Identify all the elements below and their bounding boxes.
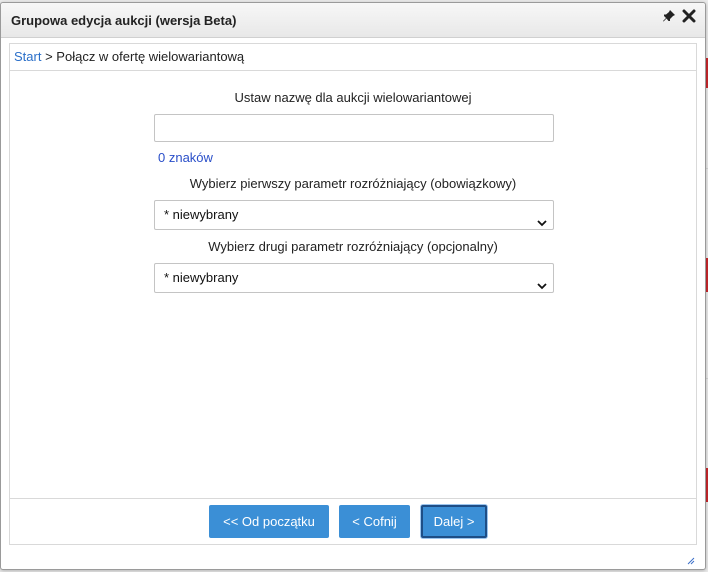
variant-name-input[interactable]	[154, 114, 554, 142]
wizard-footer: << Od początku < Cofnij Dalej >	[9, 499, 697, 545]
char-counter: 0 znaków	[158, 150, 213, 165]
dialog-title: Grupowa edycja aukcji (wersja Beta)	[11, 13, 237, 28]
pin-icon[interactable]	[661, 9, 677, 27]
param1-select[interactable]: * niewybrany	[154, 200, 554, 230]
chevron-down-icon	[537, 273, 547, 290]
param1-selected-value: * niewybrany	[164, 207, 239, 222]
param2-selected-value: * niewybrany	[164, 270, 239, 285]
breadcrumb: Start > Połącz w ofertę wielowariantową	[10, 44, 696, 71]
dialog-titlebar[interactable]: Grupowa edycja aukcji (wersja Beta)	[1, 3, 705, 38]
next-button[interactable]: Dalej >	[421, 505, 487, 538]
variant-name-label: Ustaw nazwę dla aukcji wielowariantowej	[234, 90, 472, 105]
close-icon[interactable]	[681, 9, 697, 27]
breadcrumb-current: Połącz w ofertę wielowariantową	[56, 49, 245, 64]
chevron-down-icon	[537, 210, 547, 227]
bulk-edit-dialog: Grupowa edycja aukcji (wersja Beta) Star…	[0, 2, 706, 570]
breadcrumb-separator: >	[41, 49, 57, 64]
titlebar-icons	[661, 9, 697, 27]
back-button[interactable]: < Cofnij	[339, 505, 410, 538]
start-over-button[interactable]: << Od początku	[209, 505, 329, 538]
param2-select[interactable]: * niewybrany	[154, 263, 554, 293]
param1-label: Wybierz pierwszy parametr rozróżniający …	[189, 176, 517, 191]
resize-grip-icon[interactable]	[687, 553, 695, 565]
breadcrumb-start-link[interactable]: Start	[14, 49, 41, 64]
param2-label: Wybierz drugi parametr rozróżniający (op…	[208, 239, 498, 254]
wizard-content: Start > Połącz w ofertę wielowariantową …	[9, 43, 697, 499]
